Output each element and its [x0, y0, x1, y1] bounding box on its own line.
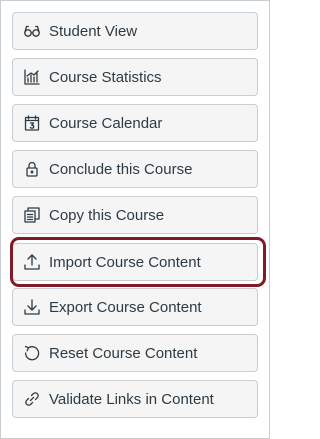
- validate-links-button[interactable]: Validate Links in Content: [12, 380, 258, 418]
- lock-icon: [22, 159, 42, 179]
- link-icon: [22, 389, 42, 409]
- student-view-button[interactable]: Student View: [12, 12, 258, 50]
- import-course-content-label: Import Course Content: [49, 253, 201, 271]
- download-icon: [22, 297, 42, 317]
- course-statistics-label: Course Statistics: [49, 68, 162, 86]
- conclude-course-button[interactable]: Conclude this Course: [12, 150, 258, 188]
- glasses-icon: [22, 21, 42, 41]
- copy-icon: [22, 205, 42, 225]
- reset-course-content-label: Reset Course Content: [49, 344, 198, 362]
- conclude-course-label: Conclude this Course: [49, 160, 193, 178]
- upload-icon: [22, 252, 42, 272]
- calendar-icon: [22, 113, 42, 133]
- import-course-content-button[interactable]: Import Course Content: [12, 243, 258, 281]
- stats-icon: [22, 67, 42, 87]
- export-course-content-label: Export Course Content: [49, 298, 202, 316]
- export-course-content-button[interactable]: Export Course Content: [12, 288, 258, 326]
- course-calendar-label: Course Calendar: [49, 114, 163, 132]
- copy-course-button[interactable]: Copy this Course: [12, 196, 258, 234]
- course-statistics-button[interactable]: Course Statistics: [12, 58, 258, 96]
- reset-course-content-button[interactable]: Reset Course Content: [12, 334, 258, 372]
- student-view-label: Student View: [49, 22, 138, 40]
- copy-course-label: Copy this Course: [49, 206, 165, 224]
- validate-links-label: Validate Links in Content: [49, 390, 214, 408]
- course-calendar-button[interactable]: Course Calendar: [12, 104, 258, 142]
- reset-icon: [22, 343, 42, 363]
- course-settings-sidebar: Student View Course Statistics Course Ca…: [0, 0, 270, 439]
